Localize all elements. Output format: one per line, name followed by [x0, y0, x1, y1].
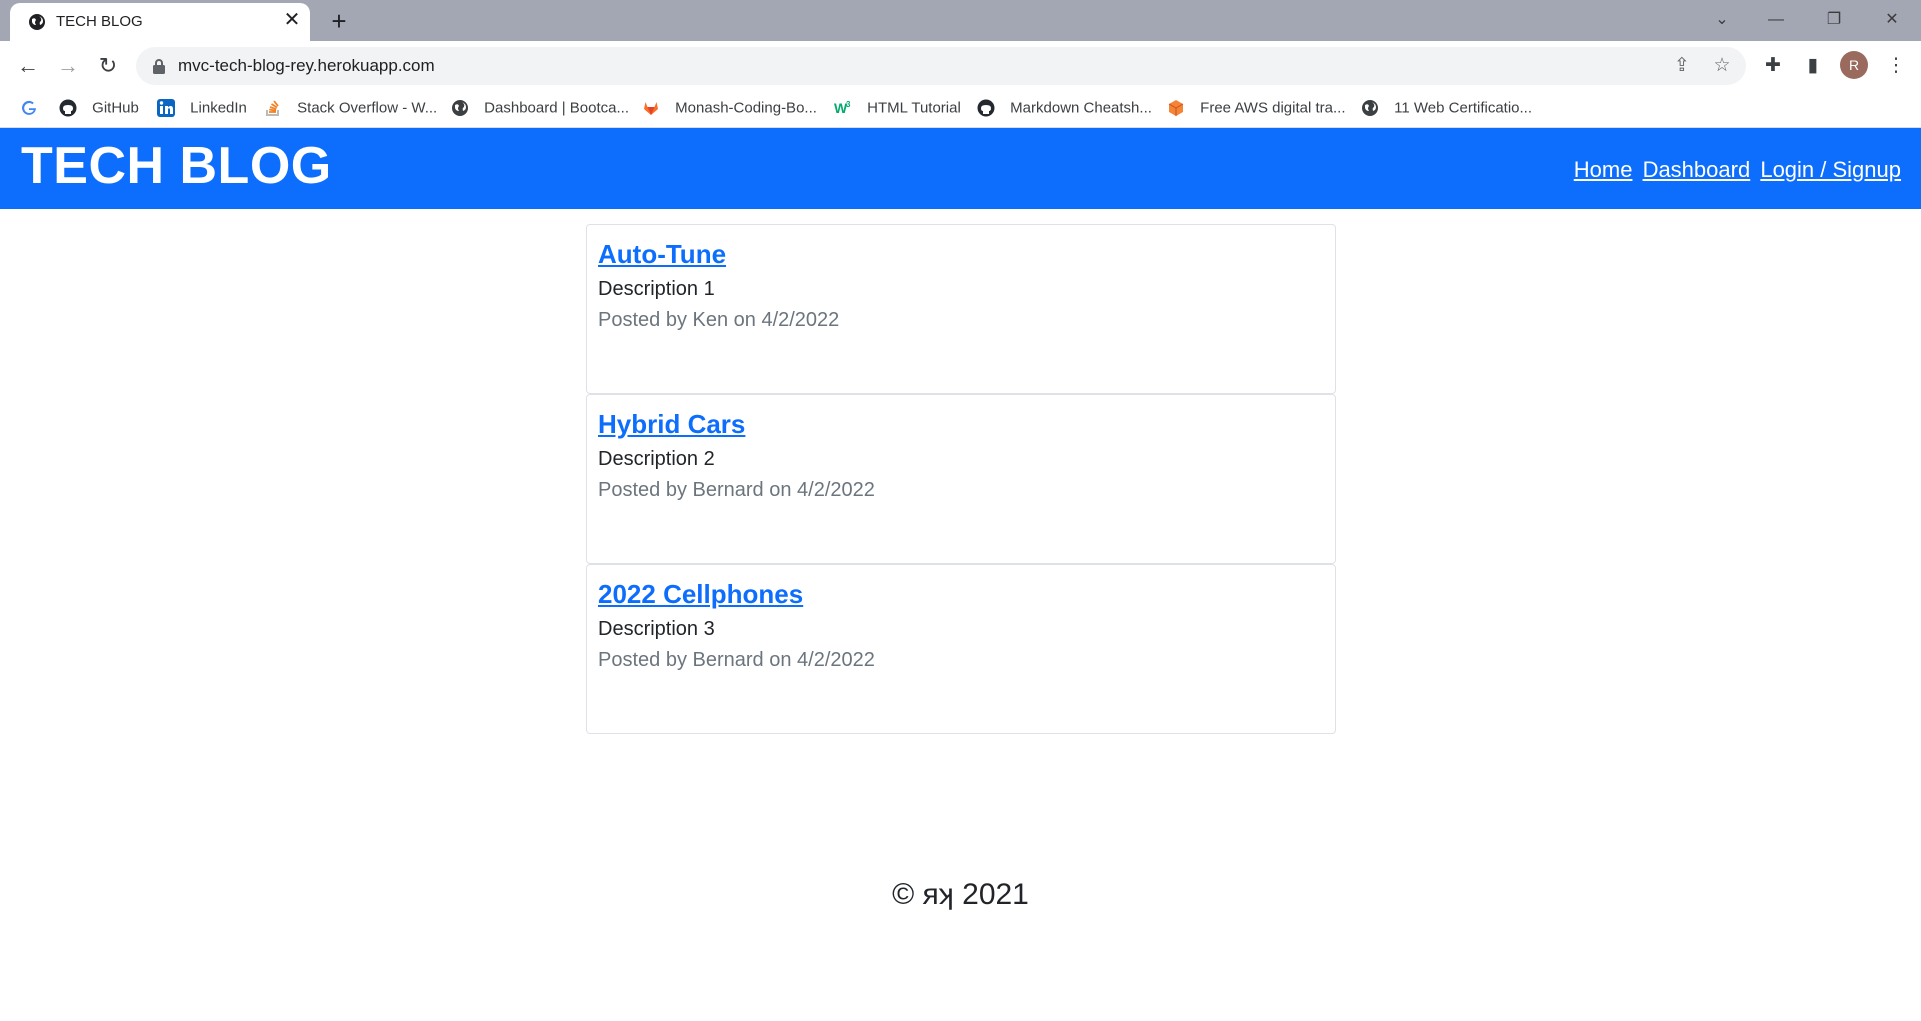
bookmark-linkedin[interactable]: LinkedIn: [157, 99, 247, 121]
github-icon: [59, 99, 77, 117]
restore-icon[interactable]: ❐: [1814, 7, 1854, 33]
post-card: Auto-Tune Description 1 Posted by Ken on…: [586, 224, 1336, 394]
site-nav: Home Dashboard Login / Signup: [1570, 157, 1901, 183]
post-card: Hybrid Cars Description 2 Posted by Bern…: [586, 394, 1336, 564]
close-icon[interactable]: ✕: [280, 8, 304, 32]
nav-home-link[interactable]: Home: [1574, 157, 1633, 182]
site-footer: © яʞ 2021: [0, 878, 1921, 912]
share-icon[interactable]: ⇪: [1669, 53, 1695, 79]
post-meta: Posted by Ken on 4/2/2022: [598, 309, 840, 331]
post-description: Description 3: [598, 618, 715, 640]
extensions-icon[interactable]: ✚: [1759, 52, 1787, 80]
menu-icon[interactable]: ⋮: [1882, 52, 1910, 80]
github-icon: [977, 99, 995, 117]
globe-icon: [1362, 100, 1378, 117]
site-header: TECH BLOG Home Dashboard Login / Signup: [0, 128, 1921, 209]
avatar[interactable]: R: [1840, 51, 1868, 79]
browser-toolbar: ← → ↻ mvc-tech-blog-rey.herokuapp.com ⇪ …: [0, 41, 1921, 91]
site-title: TECH BLOG: [21, 137, 332, 195]
tab-title: TECH BLOG: [56, 13, 143, 30]
post-title-link[interactable]: Auto-Tune: [598, 239, 726, 270]
nav-login-link[interactable]: Login / Signup: [1760, 157, 1901, 182]
w3schools-icon: W 3: [834, 100, 851, 116]
post-meta: Posted by Bernard on 4/2/2022: [598, 479, 875, 501]
browser-tab[interactable]: TECH BLOG ✕: [10, 3, 310, 41]
chevron-down-icon[interactable]: ⌄: [1702, 7, 1742, 33]
window-close-icon[interactable]: ✕: [1872, 7, 1912, 33]
bookmark-github[interactable]: GitHub: [59, 99, 139, 121]
post-description: Description 1: [598, 278, 715, 300]
bookmark-google[interactable]: [20, 99, 49, 121]
google-icon: [22, 100, 36, 115]
minimize-icon[interactable]: —: [1756, 7, 1796, 33]
globe-icon: [452, 100, 468, 117]
linkedin-icon: [157, 99, 175, 118]
bookmark-stackoverflow[interactable]: Stack Overflow - W...: [264, 99, 437, 121]
bookmark-html-tutorial[interactable]: W 3 HTML Tutorial: [834, 99, 961, 121]
reload-icon[interactable]: ↻: [94, 52, 122, 80]
post-card: 2022 Cellphones Description 3 Posted by …: [586, 564, 1336, 734]
bookmarks-bar: GitHub LinkedIn Stack Overflow - W... Da…: [0, 91, 1921, 128]
lock-icon: [153, 59, 165, 74]
post-meta: Posted by Bernard on 4/2/2022: [598, 649, 875, 671]
back-icon[interactable]: ←: [14, 52, 42, 80]
bookmark-gitlab[interactable]: Monash-Coding-Bo...: [642, 99, 817, 121]
gitlab-icon: [644, 102, 658, 116]
new-tab-button[interactable]: +: [325, 7, 353, 35]
footer-copyright: © яʞ 2021: [892, 878, 1029, 911]
bookmark-markdown[interactable]: Markdown Cheatsh...: [977, 99, 1152, 121]
posts-list: Auto-Tune Description 1 Posted by Ken on…: [586, 224, 1336, 734]
bookmark-web-certifications[interactable]: 11 Web Certificatio...: [1361, 99, 1532, 121]
forward-icon[interactable]: →: [54, 52, 82, 80]
tab-strip: TECH BLOG ✕ + ⌄ — ❐ ✕: [0, 0, 1921, 41]
svg-text:3: 3: [846, 100, 851, 109]
star-icon[interactable]: ☆: [1709, 53, 1735, 79]
bookmark-dashboard[interactable]: Dashboard | Bootca...: [451, 99, 629, 121]
post-title-link[interactable]: 2022 Cellphones: [598, 579, 803, 610]
globe-icon: [29, 14, 45, 30]
aws-icon: [1168, 100, 1184, 117]
address-bar[interactable]: mvc-tech-blog-rey.herokuapp.com ⇪ ☆: [136, 47, 1746, 85]
post-description: Description 2: [598, 448, 715, 470]
side-panel-icon[interactable]: ▮: [1799, 52, 1827, 80]
browser-chrome: TECH BLOG ✕ + ⌄ — ❐ ✕ ← → ↻ mvc-tech-blo…: [0, 0, 1921, 128]
stackoverflow-icon: [266, 100, 279, 117]
bookmark-aws[interactable]: Free AWS digital tra...: [1167, 99, 1346, 121]
url-text: mvc-tech-blog-rey.herokuapp.com: [178, 56, 435, 75]
post-title-link[interactable]: Hybrid Cars: [598, 409, 745, 440]
nav-dashboard-link[interactable]: Dashboard: [1643, 157, 1751, 182]
